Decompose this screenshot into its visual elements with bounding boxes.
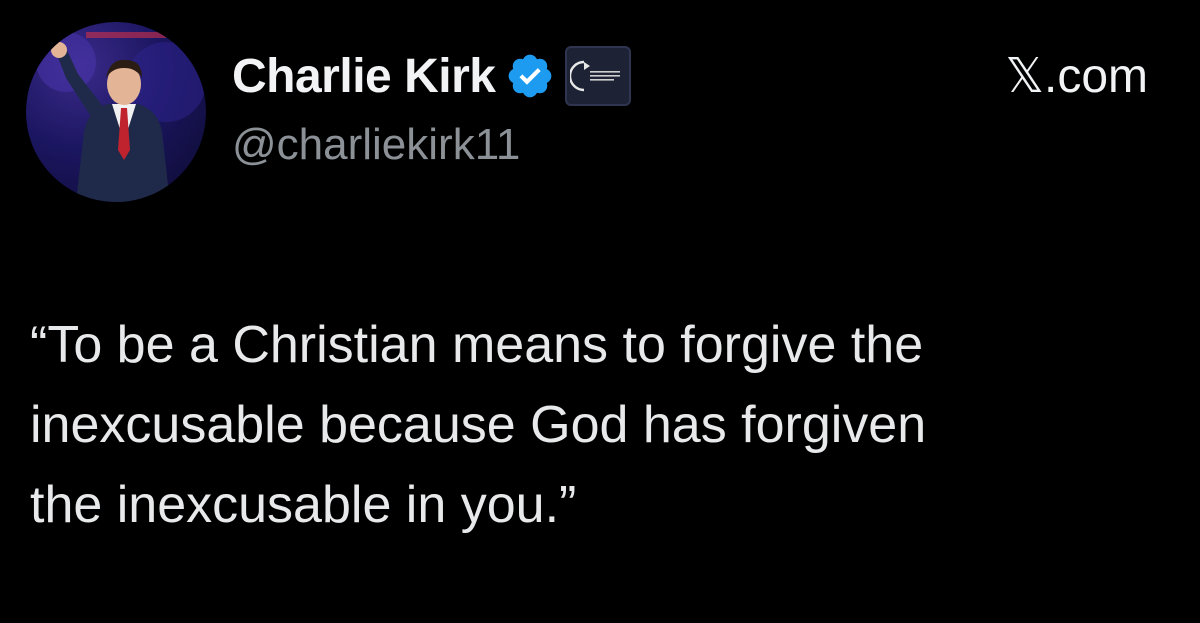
turning-point-usa-logo-icon bbox=[570, 60, 621, 92]
avatar-photo bbox=[36, 32, 206, 202]
avatar[interactable] bbox=[26, 22, 206, 202]
post-text: “To be a Christian means to forgive the … bbox=[30, 305, 1170, 545]
post-text-line: “To be a Christian means to forgive the bbox=[30, 316, 924, 374]
affiliation-badge[interactable] bbox=[565, 46, 632, 106]
author-handle[interactable]: @charliekirk11 bbox=[232, 120, 520, 170]
site-label: 𝕏.com bbox=[1005, 50, 1148, 103]
post-text-line: the inexcusable in you.” bbox=[30, 476, 577, 534]
verified-badge-icon bbox=[505, 51, 555, 101]
post-text-line: inexcusable because God has forgiven bbox=[30, 396, 927, 454]
author-row: Charlie Kirk bbox=[232, 44, 632, 108]
post-card: Charlie Kirk @charliekirk11 𝕏.com “To be… bbox=[0, 0, 1200, 623]
author-display-name[interactable]: Charlie Kirk bbox=[232, 49, 496, 104]
